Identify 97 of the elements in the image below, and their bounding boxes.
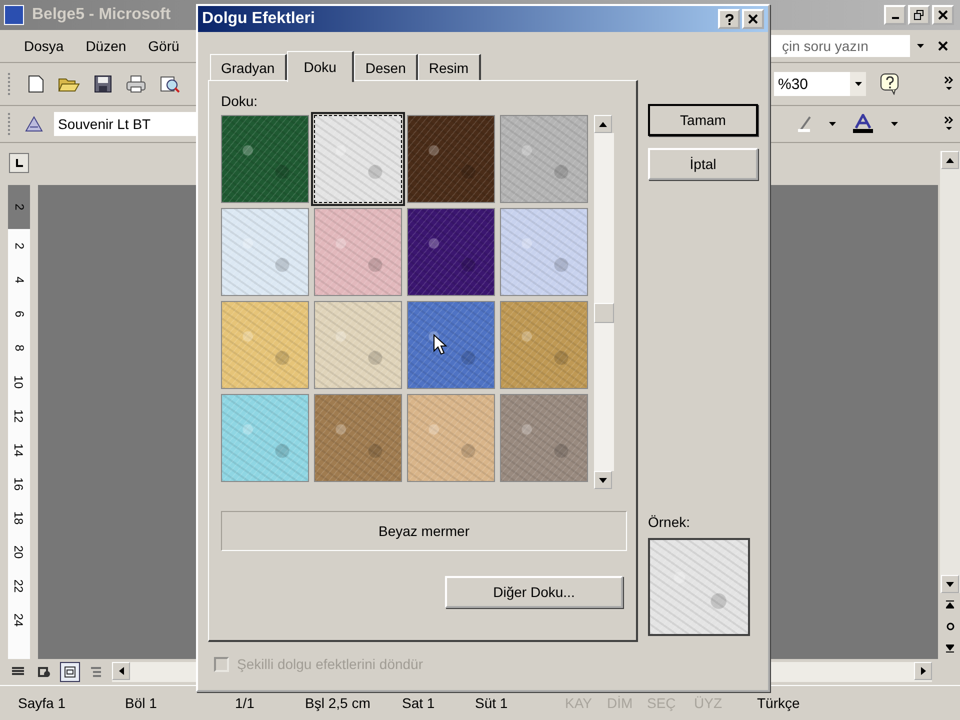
ruler-number: 16 [12,477,26,491]
texture-swatch[interactable] [500,115,588,203]
ruler-number: 8 [12,344,26,352]
scroll-arrow-button[interactable] [112,662,130,680]
ruler-number: 2 [12,242,26,250]
minimize-button[interactable] [884,5,906,25]
texture-swatch[interactable] [500,394,588,482]
status-item: Bşl 2,5 cm [305,695,372,711]
cancel-button[interactable]: İptal [648,148,758,180]
arrow-icon [946,582,954,586]
scroll-arrow-button[interactable] [941,575,959,593]
texture-swatch[interactable] [221,394,309,482]
help-icon [724,14,734,24]
menu-item[interactable]: Düzen [86,38,126,54]
status-item: Böl 1 [125,695,158,711]
arrow-icon [946,158,954,162]
restore-icon [914,10,924,20]
texture-swatch[interactable] [407,115,495,203]
help-button[interactable] [718,9,740,29]
texture-swatch[interactable] [407,301,495,389]
ruler-number: 12 [12,409,26,423]
tab[interactable]: Doku [286,51,354,82]
close-icon [938,10,948,20]
tab[interactable]: Resim [418,54,481,80]
folder-icon[interactable] [58,76,80,92]
printer-icon[interactable] [126,75,146,93]
scroll-arrow-button[interactable] [594,115,612,133]
ruler-number: 18 [12,511,26,525]
status-item: Türkçe [757,695,801,711]
texture-swatch[interactable] [314,115,402,203]
dialog-title: Dolgu Efektleri [202,10,315,28]
previous-page-icon[interactable] [940,593,960,615]
close-icon [748,14,758,24]
ruler-number: 22 [12,579,26,593]
save-icon[interactable] [94,75,112,93]
texture-swatch[interactable] [407,394,495,482]
arrow-icon [920,667,926,675]
question-field[interactable]: çin soru yazın [770,35,910,57]
texture-swatch[interactable] [314,394,402,482]
print-layout-view-icon[interactable] [60,662,80,682]
texture-swatch[interactable] [221,115,309,203]
ruler-number: 10 [12,375,26,389]
status-item: 1/1 [235,695,256,711]
status-item: Sayfa 1 [18,695,66,711]
texture-swatch[interactable] [407,208,495,296]
vertical-scrollbar[interactable] [940,151,960,659]
close-button[interactable] [742,9,764,29]
tab-stop-icon [14,158,24,168]
texture-name-field: Beyaz mermer [221,511,627,551]
ruler-number: 4 [12,276,26,284]
ok-button[interactable]: Tamam [648,104,758,136]
ruler-number: 24 [12,613,26,627]
texture-swatch[interactable] [500,208,588,296]
arrow-icon [599,478,607,482]
tab[interactable]: Desen [354,54,418,80]
texture-swatch[interactable] [314,208,402,296]
close-icon[interactable] [938,41,948,51]
toolbar-overflow-icon[interactable] [944,76,954,92]
texture-swatch[interactable] [221,301,309,389]
window-title: Belge5 - Microsoft [32,6,171,24]
font-color-icon[interactable] [852,114,874,134]
minimize-icon [892,17,898,19]
scroll-arrow-button[interactable] [941,151,959,169]
print-preview-icon[interactable] [160,75,180,93]
scroll-arrow-button[interactable] [914,662,932,680]
texture-swatch[interactable] [314,301,402,389]
texture-swatch[interactable] [221,208,309,296]
menu-item[interactable]: Görü [148,38,180,54]
texture-swatch[interactable] [500,301,588,389]
tab-stop-selector[interactable] [9,153,29,173]
caret-icon [854,82,862,86]
arrow-icon [599,122,607,126]
help-icon[interactable] [880,73,900,95]
mouse-pointer-icon [433,334,447,356]
ruler-number: 2 [12,204,26,210]
new-document-icon[interactable] [28,75,44,93]
status-item: Süt 1 [475,695,509,711]
styles-icon[interactable] [24,115,44,133]
scroll-thumb[interactable] [594,303,614,323]
zoom-dropdown[interactable]: %30 [774,72,866,96]
close-button[interactable] [932,5,954,25]
scroll-arrow-button[interactable] [594,471,612,489]
texture-label: Doku: [221,93,259,109]
restore-button[interactable] [908,5,930,25]
toolbar-overflow-icon[interactable] [944,116,954,132]
tab[interactable]: Gradyan [210,54,287,80]
ruler-number: 14 [12,443,26,457]
menu-item[interactable]: Dosya [24,38,64,54]
pencil-icon[interactable] [798,115,812,133]
more-textures-button[interactable]: Diğer Doku... [445,576,623,608]
arrow-icon [118,667,124,675]
ruler-number: 6 [12,310,26,318]
status-item: Sat 1 [402,695,436,711]
ruler-number: 20 [12,545,26,559]
gallery-scrollbar[interactable] [594,115,614,489]
document-icon [4,5,24,25]
preview-label: Örnek: [648,514,692,530]
